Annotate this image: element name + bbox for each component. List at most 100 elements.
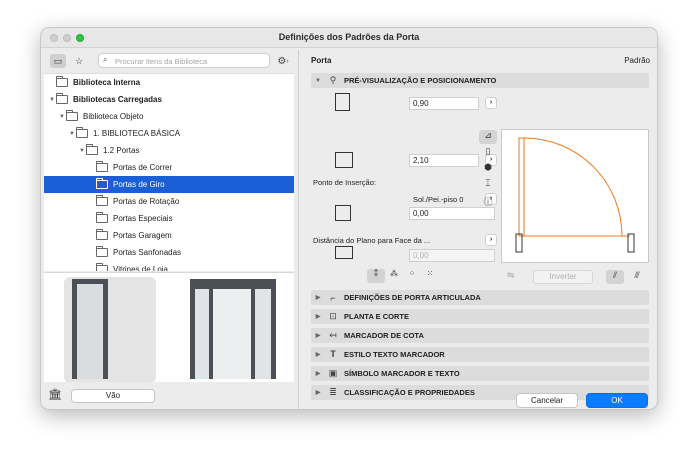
tree-item[interactable]: Portas de Giro (44, 176, 294, 193)
tree-item-label: Portas Garagem (113, 231, 172, 240)
folder-icon (96, 263, 108, 271)
anchor-outside-icon[interactable]: ⁑ (367, 269, 385, 283)
view-section-button[interactable]: ⌶ (479, 178, 497, 192)
width-icon (335, 93, 350, 111)
section-title: MARCADOR DE COTA (344, 331, 424, 340)
folder-view-button[interactable]: ▭ (50, 54, 66, 68)
reveal-depth-icon (335, 246, 353, 259)
tree-item-label: Biblioteca Objeto (83, 112, 144, 121)
folder-icon (66, 110, 78, 121)
tree-item[interactable]: Portas de Correr (44, 159, 294, 176)
width-field[interactable]: 0,90 (409, 97, 479, 110)
chevron-right-icon: ▶ (315, 314, 321, 320)
disclosure-arrow-icon[interactable]: ▼ (48, 97, 56, 103)
door-symbol-icon: ⫽ (612, 270, 617, 280)
section-title: ESTILO TEXTO MARCADOR (344, 350, 445, 359)
ok-button[interactable]: OK (586, 393, 648, 408)
right-jamb (627, 233, 635, 253)
tree-item[interactable]: Biblioteca Interna (44, 74, 294, 91)
library-panel: ▭ ☆ ⌕ Procurar Itens da Biblioteca ⚙ › Bi… (44, 50, 294, 409)
tree-item-label: Bibliotecas Carregadas (73, 95, 162, 104)
anchor-options: ⁑ ⁂ ⁘ ⁙ (367, 269, 439, 283)
height-field[interactable]: 2,10 (409, 154, 479, 167)
open-symbol-button[interactable]: ⫻ (628, 270, 646, 284)
section-title: CLASSIFICAÇÃO E PROPRIEDADES (344, 388, 475, 397)
tree-item[interactable]: Portas Especiais (44, 210, 294, 227)
gear-icon: ⚙ (277, 55, 287, 67)
settings-panel: Porta Padrão ▼ ⚲ PRÉ-VISUALIZAÇÃO E POSI… (301, 50, 656, 409)
section-icon: ≣ (329, 387, 337, 397)
chevron-right-icon: ▶ (315, 390, 321, 396)
window-title: Definições dos Padrões da Porta (278, 32, 420, 42)
left-jamb (515, 233, 523, 253)
single-door-thumbnail[interactable] (72, 279, 108, 379)
section-icon: ▣ (328, 368, 338, 378)
disclosure-arrow-icon[interactable]: ▼ (78, 148, 86, 154)
width-options-button[interactable]: › (485, 97, 497, 109)
tree-item-label: 1. BIBLIOTECA BÁSICA (93, 129, 181, 138)
tree-item-label: Portas Sanfonadas (113, 248, 182, 257)
cancel-button[interactable]: Cancelar (516, 393, 578, 408)
sill-reference-option[interactable]: Sol./Pei.-piso 0 (413, 195, 463, 204)
library-settings-button[interactable]: ⚙ › (273, 54, 293, 68)
title-bar: Definições dos Padrões da Porta (41, 28, 657, 48)
tree-item[interactable]: Portas Sanfonadas (44, 244, 294, 261)
tree-item[interactable]: Portas de Rotação (44, 193, 294, 210)
section-header[interactable]: ▶ ⌐ DEFINIÇÕES DE PORTA ARTICULADA (311, 290, 649, 305)
mirror-icon[interactable]: ⇋ (507, 270, 515, 281)
opening-button[interactable]: Vão (71, 389, 155, 403)
section-header[interactable]: ▶ 𝐓 ESTILO TEXTO MARCADOR (311, 347, 649, 362)
section-header[interactable]: ▶ ▣ SÍMBOLO MARCADOR E TEXTO (311, 366, 649, 381)
view-3d-button[interactable]: ⬢ (479, 162, 497, 176)
disclosure-arrow-icon[interactable]: ▼ (58, 114, 66, 120)
cube-icon: ⬢ (484, 162, 492, 172)
library-icon[interactable]: 🏛 (48, 388, 62, 401)
star-icon: ☆ (74, 55, 84, 66)
info-icon: ⓘ (483, 197, 493, 207)
double-door-thumbnail[interactable] (190, 279, 276, 379)
chevron-right-icon: › (489, 99, 493, 106)
anchor-inside-icon[interactable]: ⁂ (385, 269, 403, 283)
door-swing-arc (523, 137, 623, 237)
section-title: DEFINIÇÕES DE PORTA ARTICULADA (344, 293, 481, 302)
distance-options-button[interactable]: › (485, 234, 497, 246)
section-header[interactable]: ▶ ↤ MARCADOR DE COTA (311, 328, 649, 343)
search-input[interactable]: Procurar Itens da Biblioteca (115, 57, 207, 66)
tree-item[interactable]: ▼ Bibliotecas Carregadas (44, 91, 294, 108)
tree-item[interactable]: Portas Garagem (44, 227, 294, 244)
tree-item-label: Portas de Rotação (113, 197, 180, 206)
chevron-down-icon: ▼ (315, 77, 321, 84)
library-search[interactable]: ⌕ Procurar Itens da Biblioteca (98, 53, 270, 68)
tree-item[interactable]: ▼ Biblioteca Objeto (44, 108, 294, 125)
tree-item[interactable]: ▼ 1.2 Portas (44, 142, 294, 159)
plan-symbol-button[interactable]: ⫽ (606, 270, 624, 284)
chevron-right-icon: › (489, 236, 493, 243)
tree-item[interactable]: ▼ 1. BIBLIOTECA BÁSICA (44, 125, 294, 142)
anchor-core-icon[interactable]: ⁘ (403, 269, 421, 283)
anchor-center-icon[interactable]: ⁙ (421, 269, 439, 283)
panel-divider[interactable] (298, 50, 299, 409)
section-header[interactable]: ▶ ⊡ PLANTA E CORTE (311, 309, 649, 324)
tree-item-label: Portas Especiais (113, 214, 173, 223)
view-elevation-button[interactable]: ▯ (479, 146, 497, 160)
view-plan-button[interactable]: ⊿ (479, 130, 497, 144)
tree-item-label: Portas de Correr (113, 163, 173, 172)
info-button[interactable]: ⓘ (479, 195, 497, 209)
door-preview-canvas[interactable] (501, 129, 649, 263)
tree-item-label: 1.2 Portas (103, 146, 140, 155)
elevation-icon: ▯ (485, 146, 491, 156)
section-preview-positioning[interactable]: ▼ ⚲ PRÉ-VISUALIZAÇÃO E POSICIONAMENTO (311, 73, 649, 88)
section-icon: ⊡ (329, 311, 337, 321)
invert-button[interactable]: Inverter (533, 270, 593, 284)
tree-item[interactable]: Vitrines de Loja (44, 261, 294, 271)
section-title: SÍMBOLO MARCADOR E TEXTO (344, 369, 460, 378)
plan-view-icon: ⊿ (484, 130, 492, 140)
chevron-right-icon: ▶ (315, 371, 321, 377)
chevron-right-icon: ▶ (315, 333, 321, 339)
disclosure-arrow-icon[interactable]: ▼ (68, 131, 76, 137)
favorites-button[interactable]: ☆ (71, 54, 87, 68)
favorites-default-label[interactable]: Padrão (624, 56, 650, 65)
folder-icon (56, 93, 68, 104)
object-preview-strip (44, 272, 294, 382)
folder-icon (86, 144, 98, 155)
